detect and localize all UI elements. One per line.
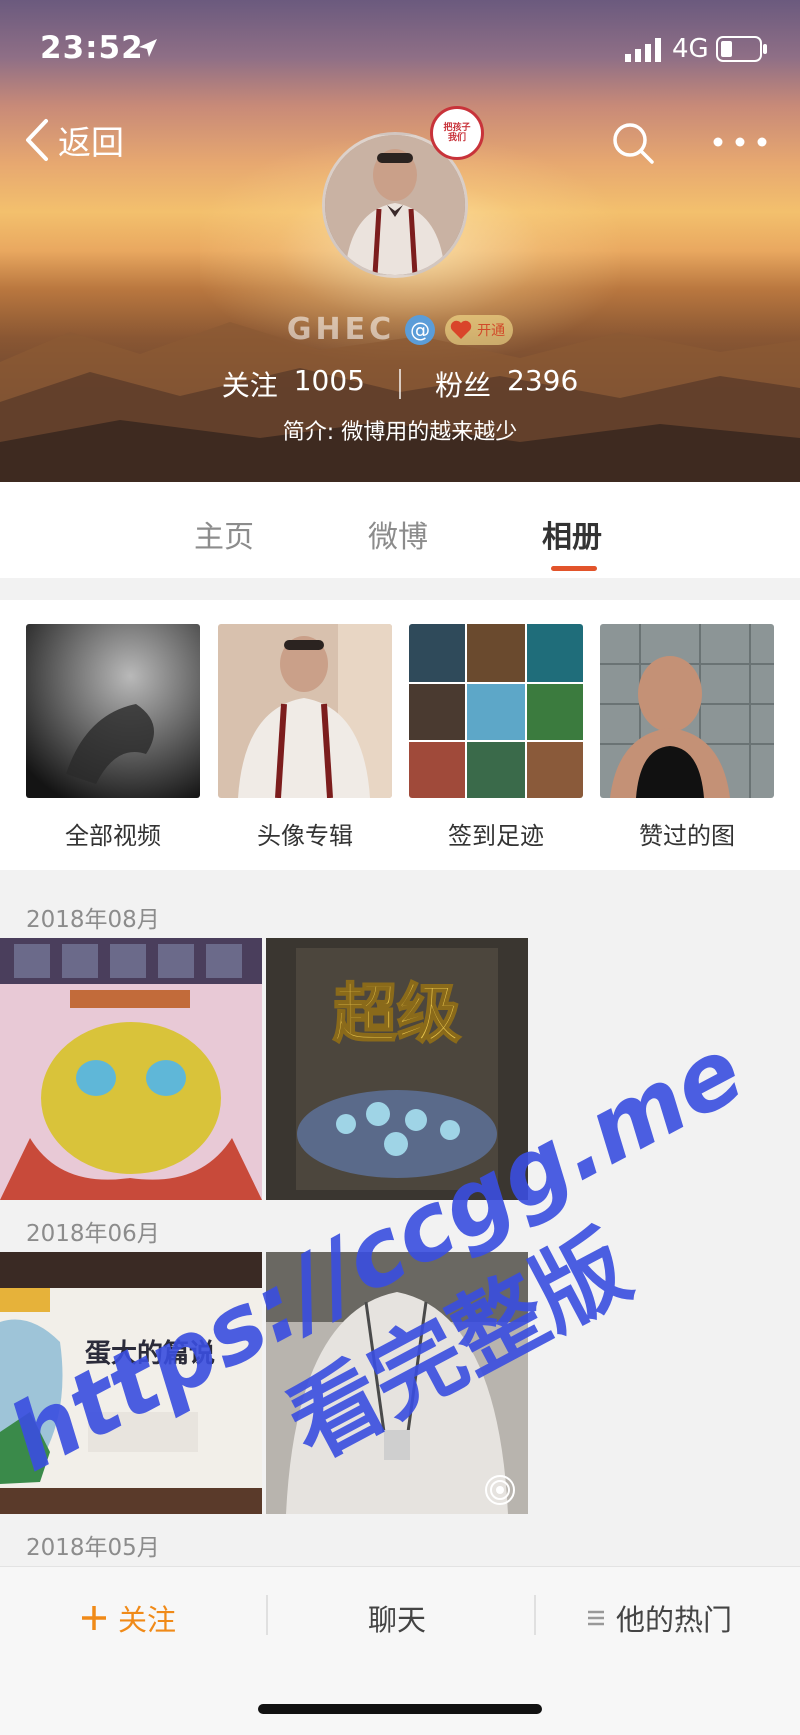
promo-text: 蛋大的篇说: [85, 1338, 215, 1369]
category-avatar-album[interactable]: 头像专辑: [218, 624, 392, 851]
category-label: 赞过的图: [639, 822, 735, 850]
game-promo-image: 蛋大的篇说: [0, 1252, 262, 1514]
back-button[interactable]: 返回: [22, 116, 124, 164]
hot-posts-label: 他的热门: [616, 1603, 733, 1637]
follow-button[interactable]: 关注: [80, 1597, 176, 1639]
game-dragon-image: [0, 938, 262, 1200]
network-type: 4G: [672, 34, 709, 64]
profile-bio: 简介: 微博用的越来越少: [282, 420, 518, 445]
super-text-image: 超级: [266, 938, 528, 1200]
hot-posts-button[interactable]: 他的热门: [586, 1597, 732, 1639]
checkin-collage-art: [409, 624, 583, 798]
vip-badge[interactable]: 开通: [445, 314, 514, 345]
tab-album[interactable]: 相册: [542, 512, 602, 556]
location-arrow-icon: [139, 39, 157, 57]
video-thumb-art: [26, 624, 200, 798]
category-all-videos[interactable]: 全部视频: [26, 624, 200, 851]
section-date: 2018年05月: [26, 1535, 160, 1561]
count-divider: [399, 369, 401, 399]
signal-icon: [625, 38, 661, 62]
photo-item[interactable]: [0, 938, 262, 1200]
more-icon[interactable]: [710, 132, 770, 152]
following-label: 关注: [221, 369, 278, 402]
all-videos-thumbnail: [26, 624, 200, 798]
following-value: 1005: [293, 364, 365, 397]
user-name-row: GHEC @ 开通: [0, 312, 800, 347]
plus-icon: [82, 1606, 106, 1630]
search-icon[interactable]: [610, 120, 656, 166]
category-checkin-footprints[interactable]: 签到足迹: [409, 624, 583, 851]
bar-divider: [266, 1595, 268, 1635]
back-label: 返回: [58, 123, 124, 162]
liked-images-thumbnail: [600, 624, 774, 798]
username: GHEC: [286, 312, 396, 347]
live-photo-icon: [485, 1475, 515, 1505]
photo-item[interactable]: 超级: [266, 938, 528, 1200]
verified-icon[interactable]: @: [405, 314, 436, 345]
badge-text-line2: 我们: [447, 133, 466, 143]
section-date: 2018年06月: [26, 1221, 160, 1247]
active-tab-indicator: [551, 566, 597, 571]
super-text: 超级: [333, 978, 461, 1052]
badge-text-line1: 把孩子: [443, 123, 471, 133]
avatar-album-thumbnail: [218, 624, 392, 798]
tab-weibo[interactable]: 微博: [368, 512, 428, 556]
chat-button[interactable]: 聊天: [368, 1597, 426, 1639]
follow-label: 关注: [118, 1603, 177, 1637]
category-label: 头像专辑: [257, 822, 353, 850]
liked-image-art: [600, 624, 774, 798]
menu-list-icon: [588, 1610, 604, 1626]
followers-label: 粉丝: [435, 369, 492, 402]
avatar-album-art: [218, 624, 392, 798]
tab-home[interactable]: 主页: [194, 512, 254, 556]
checkin-thumbnail: [409, 624, 583, 798]
photo-item[interactable]: 蛋大的篇说: [0, 1252, 262, 1514]
category-label: 签到足迹: [448, 822, 544, 850]
vip-heart-icon: [450, 320, 472, 339]
home-indicator[interactable]: [258, 1704, 542, 1714]
avatar-sticker-badge: 把孩子 我们: [430, 106, 484, 160]
section-date: 2018年08月: [26, 907, 160, 933]
photo-item[interactable]: [266, 1252, 528, 1514]
followers-count[interactable]: 粉丝 2396: [435, 364, 578, 404]
battery-icon: [716, 36, 767, 62]
profile-tabs: 主页 微博 相册: [0, 482, 800, 578]
following-count[interactable]: 关注 1005: [222, 364, 365, 404]
follow-counts: 关注 1005 粉丝 2396: [0, 364, 800, 404]
status-time: 23:52: [40, 30, 144, 66]
chat-label: 聊天: [368, 1603, 427, 1637]
status-bar: 23:52 4G: [0, 0, 800, 100]
followers-value: 2396: [507, 364, 579, 397]
album-categories: 全部视频 头像专辑 签到足迹 赞过的图: [0, 600, 800, 870]
profile-header: 23:52 4G 返回 把孩子 我们 GHEC @ 开通 关注 1005 粉丝 …: [0, 0, 800, 482]
category-label: 全部视频: [65, 822, 161, 850]
category-liked-images[interactable]: 赞过的图: [600, 624, 774, 851]
chevron-left-icon: [26, 119, 48, 161]
bar-divider: [534, 1595, 536, 1635]
vip-label: 开通: [477, 322, 506, 339]
